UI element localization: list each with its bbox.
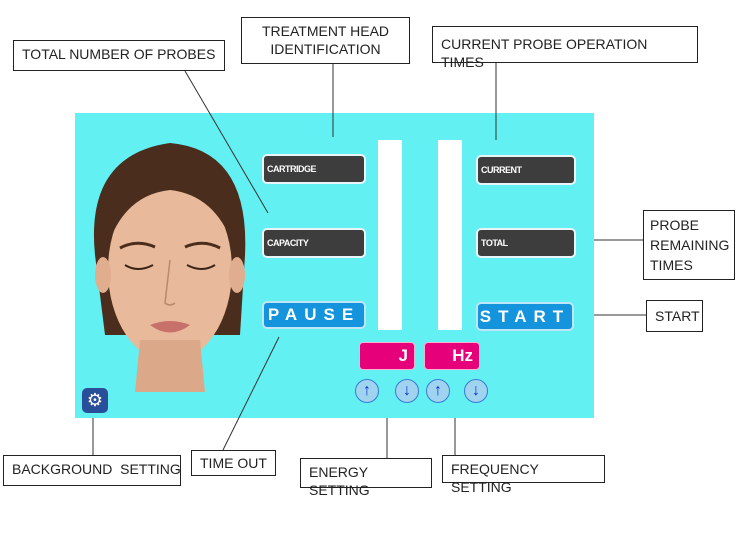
callout-current-probe: CURRENT PROBE OPERATION TIMES	[432, 26, 698, 70]
callout-probe-remaining: PROBE REMAINING TIMES	[643, 210, 735, 280]
callout-treatment-head: TREATMENT HEAD IDENTIFICATION	[241, 17, 410, 64]
callout-background-setting: BACKGROUND SETTING	[3, 455, 181, 486]
leader-time-out	[222, 336, 280, 451]
callout-start: START	[646, 300, 703, 332]
callout-energy-setting: ENERGY SETTING	[300, 458, 432, 498]
callout-frequency-setting: FREQUENCY SETTING	[442, 455, 605, 495]
callout-time-out: TIME OUT	[191, 450, 276, 476]
leader-total-probes	[184, 70, 269, 214]
callout-total-probes: TOTAL NUMBER OF PROBES	[13, 40, 225, 71]
diagram-root: ⚙ CARTRIDGE CAPACITY PAUSE CURRENT TOTAL…	[0, 0, 750, 536]
